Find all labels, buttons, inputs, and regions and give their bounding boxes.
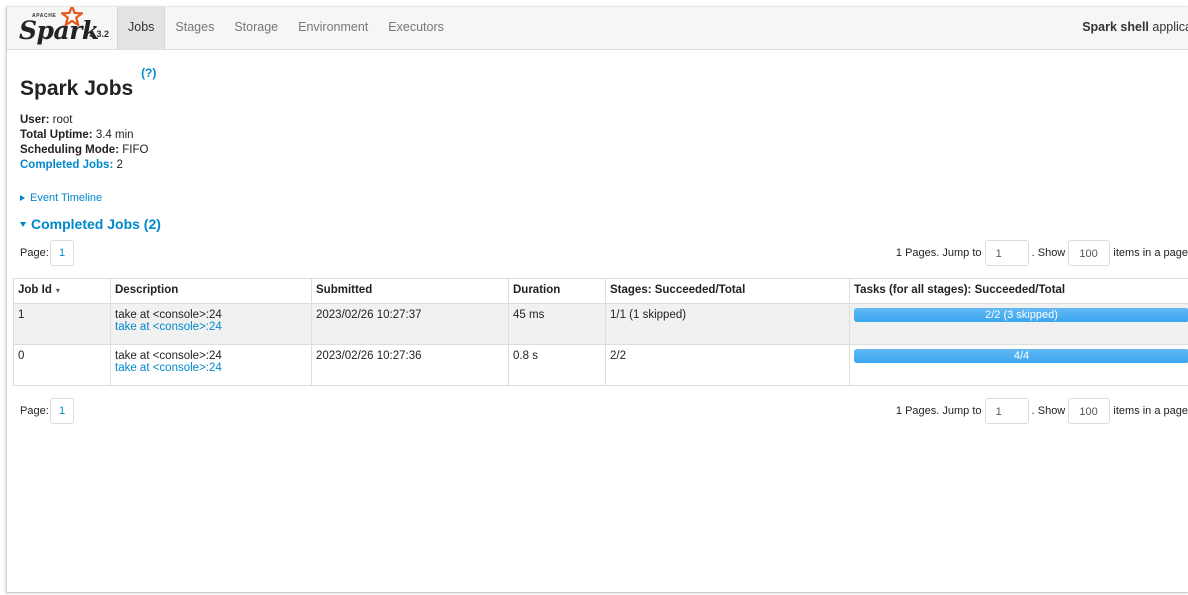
user-label: User: — [20, 114, 50, 126]
description-text: take at <console>:24 — [115, 350, 222, 362]
completed-jobs-table: Job Id ▾ Description Submitted Duration S… — [13, 278, 1188, 386]
summary-completed-jobs[interactable]: Completed Jobs: 2 — [20, 158, 148, 173]
event-timeline-label: Event Timeline — [30, 192, 103, 204]
page-title-text: Spark Jobs — [20, 77, 134, 100]
spark-ui-window: APACHE Spark 3.3.2 Jobs Stages Storage E… — [6, 6, 1188, 593]
table-row: 1 take at <console>:24 take at <console>… — [13, 303, 1188, 345]
uptime-label: Total Uptime: — [20, 129, 93, 141]
show-text: . Show — [1031, 405, 1066, 417]
items-text: items in a page — [1113, 405, 1188, 417]
pager-top: Page: 1 1 Pages. Jump to 1 . Show 100 it… — [20, 240, 1188, 268]
tasks-cell: 4/4 — [849, 344, 1188, 386]
job-id-cell: 0 — [13, 344, 111, 386]
submitted-cell: 2023/02/26 10:27:37 — [311, 303, 509, 345]
spark-version: 3.3.2 — [89, 29, 110, 39]
tasks-progress-bar: 4/4 — [854, 349, 1188, 363]
spark-logo[interactable]: APACHE Spark 3.3.2 — [17, 7, 117, 49]
page-title: Spark Jobs (?) — [20, 66, 156, 101]
nav-tabs: Jobs Stages Storage Environment Executor… — [117, 7, 454, 50]
description-cell: take at <console>:24 take at <console>:2… — [110, 344, 312, 386]
sort-desc-icon: ▾ — [55, 286, 60, 295]
jump-to-input[interactable]: 1 — [984, 240, 1029, 266]
user-value: root — [52, 114, 73, 126]
job-summary: User: root Total Uptime: 3.4 min Schedul… — [20, 113, 148, 173]
completed-jobs-title: Completed Jobs (2) — [31, 216, 161, 232]
app-title: Spark shell applica — [1082, 7, 1188, 48]
job-id-cell: 1 — [13, 303, 111, 345]
pages-text: 1 Pages. Jump to — [895, 247, 982, 259]
uptime-value: 3.4 min — [95, 129, 134, 141]
page-label: Page: — [20, 405, 49, 417]
page-size-input[interactable]: 100 — [1068, 240, 1111, 266]
pager-controls: 1 Pages. Jump to 1 . Show 100 items in a… — [896, 398, 1188, 424]
page-size-input[interactable]: 100 — [1068, 398, 1111, 424]
navbar: APACHE Spark 3.3.2 Jobs Stages Storage E… — [7, 7, 1188, 50]
submitted-cell: 2023/02/26 10:27:36 — [311, 344, 509, 386]
pager-controls: 1 Pages. Jump to 1 . Show 100 items in a… — [896, 240, 1188, 266]
tab-storage[interactable]: Storage — [224, 7, 288, 50]
page-label: Page: — [20, 247, 49, 259]
table-row: 0 take at <console>:24 take at <console>… — [13, 344, 1188, 386]
app-name: Spark shell — [1082, 20, 1149, 34]
show-text: . Show — [1031, 247, 1066, 259]
tasks-progress-label: 2/2 (3 skipped) — [985, 309, 1058, 321]
summary-scheduling-mode: Scheduling Mode: FIFO — [20, 143, 148, 158]
spark-star-icon — [61, 7, 83, 27]
tab-environment[interactable]: Environment — [288, 7, 378, 50]
table-header-row: Job Id ▾ Description Submitted Duration S… — [13, 278, 1188, 304]
tab-jobs[interactable]: Jobs — [117, 7, 166, 50]
summary-uptime: Total Uptime: 3.4 min — [20, 128, 148, 143]
help-link[interactable]: (?) — [141, 66, 156, 80]
pages-text: 1 Pages. Jump to — [895, 405, 982, 417]
completed-jobs-count: 2 — [116, 159, 123, 171]
tasks-progress-bar: 2/2 (3 skipped) — [854, 308, 1188, 322]
duration-cell: 0.8 s — [508, 344, 606, 386]
col-job-id[interactable]: Job Id ▾ — [13, 278, 111, 304]
event-timeline-toggle[interactable]: Event Timeline — [20, 192, 102, 204]
mode-value: FIFO — [122, 144, 149, 156]
app-name-suffix: applica — [1152, 20, 1188, 34]
pager-bottom: Page: 1 1 Pages. Jump to 1 . Show 100 it… — [20, 398, 1188, 426]
caret-down-icon — [20, 222, 26, 227]
tab-stages[interactable]: Stages — [165, 7, 224, 50]
description-cell: take at <console>:24 take at <console>:2… — [110, 303, 312, 345]
completed-jobs-link[interactable]: Completed Jobs: — [20, 159, 113, 171]
stages-cell: 2/2 — [605, 344, 850, 386]
col-job-id-label: Job Id — [18, 284, 52, 296]
mode-label: Scheduling Mode: — [20, 144, 120, 156]
items-text: items in a page — [1113, 247, 1188, 259]
caret-right-icon — [20, 195, 25, 201]
col-submitted[interactable]: Submitted — [311, 278, 509, 304]
page-number-button[interactable]: 1 — [50, 398, 74, 424]
spark-wordmark: Spark — [19, 16, 99, 45]
page-number-button[interactable]: 1 — [50, 240, 74, 266]
tasks-progress-label: 4/4 — [1013, 350, 1030, 362]
description-text: take at <console>:24 — [115, 309, 222, 321]
tasks-cell: 2/2 (3 skipped) — [849, 303, 1188, 345]
completed-jobs-header[interactable]: Completed Jobs (2) — [20, 216, 161, 232]
col-description[interactable]: Description — [110, 278, 312, 304]
job-detail-link[interactable]: take at <console>:24 — [115, 321, 307, 333]
tab-executors[interactable]: Executors — [378, 7, 454, 50]
duration-cell: 45 ms — [508, 303, 606, 345]
job-detail-link[interactable]: take at <console>:24 — [115, 362, 307, 374]
col-stages[interactable]: Stages: Succeeded/Total — [605, 278, 850, 304]
col-duration[interactable]: Duration — [508, 278, 606, 304]
col-tasks[interactable]: Tasks (for all stages): Succeeded/Total — [849, 278, 1188, 304]
summary-user: User: root — [20, 113, 148, 128]
stages-cell: 1/1 (1 skipped) — [605, 303, 850, 345]
jump-to-input[interactable]: 1 — [984, 398, 1029, 424]
